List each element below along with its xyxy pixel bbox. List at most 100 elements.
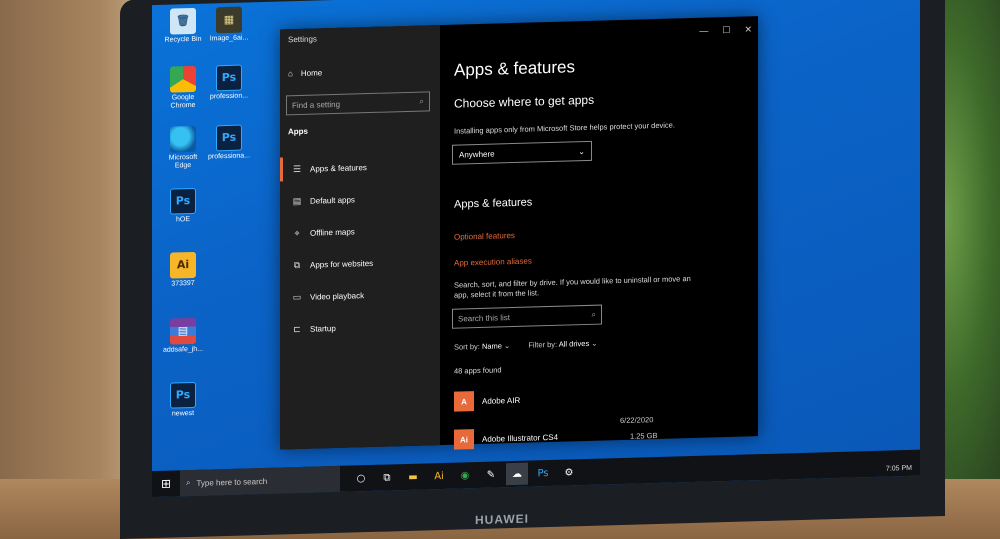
desktop-icon-label: profession... [209, 92, 249, 101]
settings-content: — ☐ ✕ Apps & features Choose where to ge… [440, 16, 758, 450]
sort-filter-row: Sort by: Name ⌄ Filter by: All drives ⌄ [454, 339, 598, 352]
desktop-icon-label: Microsoft Edge [168, 153, 198, 170]
filter-value: All drives [558, 338, 590, 349]
task-view-icon[interactable]: ⧉ [376, 466, 398, 489]
desktop-icon-psd-4[interactable]: Ps newest [160, 381, 206, 419]
chrome-icon [170, 65, 196, 93]
photoshop-file-icon: Ps [216, 124, 242, 152]
nav-label: Apps & features [310, 162, 367, 174]
desktop-icon-recycle-bin[interactable]: 🗑 Recycle Bin [160, 7, 206, 45]
windows-start-icon[interactable]: ⊞ [152, 476, 180, 491]
nav-label: Offline maps [310, 226, 355, 238]
sort-dropdown[interactable]: Sort by: Name ⌄ [454, 341, 510, 352]
illustrator-taskbar-icon[interactable]: Ai [428, 465, 450, 488]
taskbar-clock[interactable]: 7:05 PM [886, 465, 912, 473]
desktop-icon-psd-3[interactable]: Ps hOE [160, 187, 206, 225]
window-controls: — ☐ ✕ [699, 24, 752, 36]
app-list-item[interactable]: A Adobe AIR [454, 380, 684, 416]
home-link[interactable]: ⌂ Home [288, 68, 322, 78]
nav-apps-features[interactable]: ☰ Apps & features [280, 153, 440, 182]
choose-description: Installing apps only from Microsoft Stor… [454, 120, 675, 136]
cortana-icon[interactable]: ○ [350, 467, 372, 490]
settings-window: Settings ⌂ Home Find a setting ⌕ Apps ☰ … [280, 16, 758, 450]
search-list-input[interactable]: Search this list ⌕ [452, 304, 602, 329]
desktop-icon-psd-1[interactable]: Ps profession... [206, 64, 252, 101]
desktop-icon-chrome[interactable]: Google Chrome [160, 65, 206, 111]
desktop-icon-ai[interactable]: Ai 373397 [160, 251, 206, 289]
photos-taskbar-icon[interactable]: ☁ [506, 462, 528, 486]
map-icon: ⌖ [294, 227, 300, 238]
close-icon[interactable]: ✕ [744, 24, 752, 35]
taskbar-apps: ○ ⧉ ▬ Ai ◉ ✎ ☁ Ps ⚙ [350, 461, 580, 489]
desktop-icon-rar[interactable]: ▤ addsafe_jh... [160, 317, 206, 355]
nav-video-playback[interactable]: ▭ Video playback [280, 281, 440, 309]
taskbar-search-box[interactable]: ⌕ Type here to search [180, 465, 340, 497]
window-title: Settings [288, 34, 317, 45]
settings-gear-icon[interactable]: ⚙ [558, 461, 580, 484]
find-setting-input[interactable]: Find a setting ⌕ [286, 91, 430, 116]
file-explorer-icon[interactable]: ▬ [402, 466, 424, 489]
filter-dropdown[interactable]: Filter by: All drives ⌄ [528, 339, 597, 350]
minimize-icon[interactable]: — [699, 26, 708, 37]
taskbar: ⊞ ⌕ Type here to search ○ ⧉ ▬ Ai ◉ ✎ ☁ P… [152, 449, 920, 498]
sort-value: Name [481, 341, 502, 351]
photoshop-taskbar-icon[interactable]: Ps [532, 462, 554, 485]
desktop-icon-edge[interactable]: Microsoft Edge [160, 125, 206, 171]
search-icon: ⌕ [419, 96, 424, 106]
home-icon: ⌂ [288, 69, 293, 79]
desktop-icon-image[interactable]: ▦ Image_6ai... [206, 6, 252, 43]
sort-label: Sort by: [454, 341, 480, 352]
edge-icon [170, 125, 196, 153]
photoshop-file-icon: Ps [170, 187, 196, 215]
nav-default-apps[interactable]: ▤ Default apps [280, 185, 440, 213]
desktop-icon-label: Recycle Bin [164, 35, 202, 44]
desktop-icon-label: addsafe_jh... [162, 345, 204, 354]
search-list-placeholder: Search this list [458, 312, 511, 324]
apps-heading: Apps & features [454, 196, 533, 211]
optional-features-link[interactable]: Optional features [454, 231, 515, 242]
app-date: 6/22/2020 [620, 415, 654, 426]
maximize-icon[interactable]: ☐ [722, 25, 730, 36]
startup-icon: ⊏ [293, 323, 301, 334]
choose-heading: Choose where to get apps [454, 92, 595, 111]
desktop-icon-psd-2[interactable]: Ps professiona... [206, 124, 252, 161]
archive-file-icon: ▤ [170, 317, 196, 345]
websites-icon: ⧉ [293, 259, 301, 270]
chevron-down-icon: ⌄ [578, 146, 585, 156]
nav-label: Default apps [310, 194, 355, 206]
apps-count: 48 apps found [454, 365, 502, 376]
video-icon: ▭ [292, 291, 302, 302]
nav-offline-maps[interactable]: ⌖ Offline maps [280, 217, 440, 245]
app-execution-aliases-link[interactable]: App execution aliases [454, 256, 532, 267]
list-icon: ☰ [292, 163, 302, 174]
nav-apps-for-websites[interactable]: ⧉ Apps for websites [280, 249, 440, 277]
taskbar-search-placeholder: Type here to search [196, 476, 268, 488]
desktop-icon-label: Google Chrome [170, 93, 196, 110]
adobe-illustrator-icon: Ai [454, 429, 474, 450]
app-source-dropdown[interactable]: Anywhere ⌄ [452, 140, 592, 165]
nav-label: Startup [310, 323, 336, 334]
chrome-taskbar-icon[interactable]: ◉ [454, 464, 476, 487]
home-label: Home [300, 68, 323, 78]
laptop-brand-logo: HUAWEI [475, 511, 529, 528]
nav-label: Video playback [310, 290, 365, 302]
photoshop-file-icon: Ps [170, 381, 196, 409]
settings-sidebar: Settings ⌂ Home Find a setting ⌕ Apps ☰ … [280, 25, 440, 450]
app-name: Adobe Illustrator CS4 [482, 432, 559, 444]
photoshop-file-icon: Ps [216, 64, 242, 92]
illustrator-file-icon: Ai [170, 251, 196, 279]
desktop-screen: 🗑 Recycle Bin ▦ Image_6ai... Google Chro… [152, 0, 920, 498]
default-apps-icon: ▤ [292, 195, 302, 206]
filter-label: Filter by: [528, 339, 558, 350]
desktop-icon-label: Image_6ai... [209, 34, 249, 43]
section-title: Apps [288, 126, 308, 137]
pen-tool-icon[interactable]: ✎ [480, 463, 502, 486]
nav-startup[interactable]: ⊏ Startup [280, 313, 440, 341]
find-setting-placeholder: Find a setting [292, 99, 341, 110]
desktop-icon-label: professiona... [207, 152, 251, 161]
app-size: 1.25 GB [630, 430, 658, 441]
app-name: Adobe AIR [482, 395, 521, 406]
adobe-air-icon: A [454, 391, 474, 412]
desktop-icon-label: newest [171, 409, 195, 418]
nav-label: Apps for websites [310, 258, 374, 270]
